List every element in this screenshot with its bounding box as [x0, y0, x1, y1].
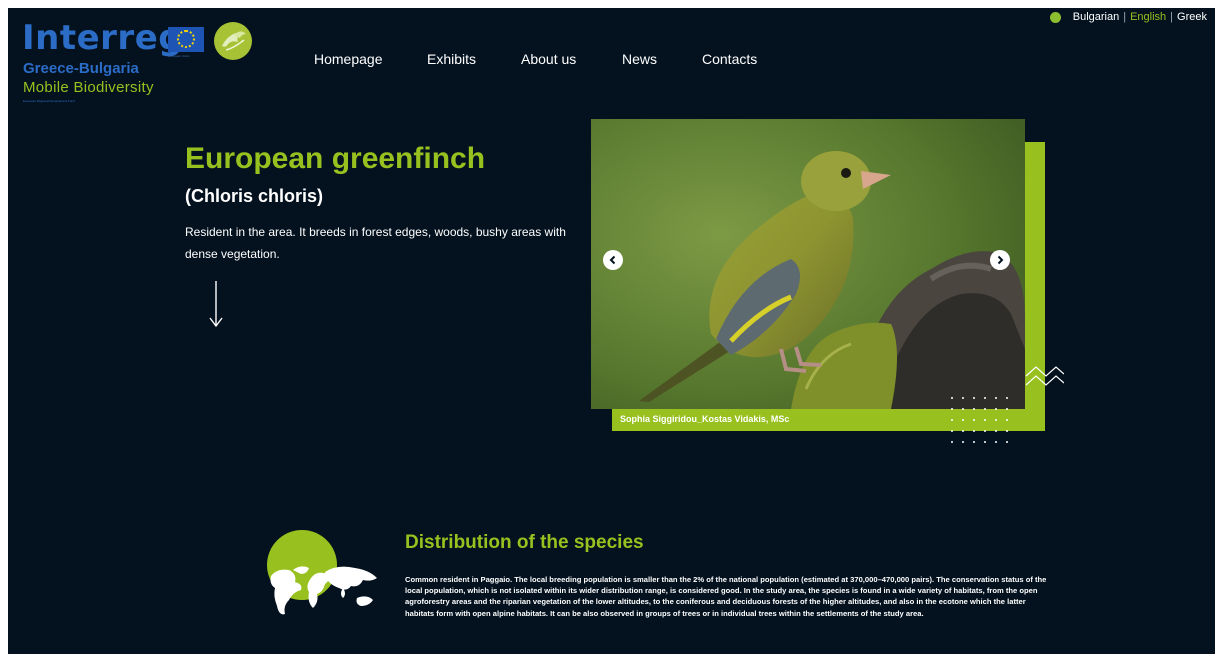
lang-separator: |	[1170, 11, 1174, 23]
lang-bulgarian[interactable]: Bulgarian	[1073, 11, 1119, 23]
logo-fund: European Regional Development Fund	[23, 99, 75, 103]
chevron-left-icon	[609, 255, 616, 265]
lang-english[interactable]: English	[1130, 11, 1166, 23]
site-logo[interactable]: Interreg European Union Greece-Bulgaria …	[22, 18, 262, 118]
chevron-right-icon	[997, 255, 1004, 265]
globe-icon	[1049, 11, 1061, 23]
language-selector: Bulgarian | English | Greek	[1049, 11, 1207, 23]
distribution-text: Common resident in Paggaio. The local br…	[405, 575, 1047, 618]
bird-badge-icon	[214, 22, 252, 60]
eu-flag-icon	[168, 27, 204, 52]
world-map-icon	[267, 530, 377, 615]
carousel-prev-button[interactable]	[603, 250, 623, 270]
species-description: Resident in the area. It breeds in fores…	[185, 225, 566, 261]
logo-project: Mobile Biodiversity	[23, 79, 154, 96]
page: Interreg European Union Greece-Bulgaria …	[8, 8, 1215, 654]
carousel-next-button[interactable]	[990, 250, 1010, 270]
decorative-dots-icon	[951, 397, 1008, 443]
decorative-chevrons-icon	[1025, 366, 1064, 386]
logo-brand: Interreg	[22, 18, 184, 58]
scroll-down-arrow-icon[interactable]	[206, 281, 226, 329]
photo-credit: Sophia Siggiridou_Kostas Vidakis, MSc	[620, 414, 790, 424]
species-photo	[591, 119, 1025, 409]
species-latin-name: (Chloris chloris)	[185, 186, 324, 206]
nav-about-us[interactable]: About us	[521, 51, 576, 67]
nav-contacts[interactable]: Contacts	[702, 51, 757, 67]
nav-homepage[interactable]: Homepage	[314, 51, 383, 67]
nav-exhibits[interactable]: Exhibits	[427, 51, 476, 67]
species-name: European greenfinch	[185, 142, 486, 175]
nav-news[interactable]: News	[622, 51, 657, 67]
lang-separator: |	[1123, 11, 1127, 23]
distribution-title: Distribution of the species	[405, 532, 644, 553]
eu-caption: European Union	[168, 54, 190, 58]
lang-greek[interactable]: Greek	[1177, 11, 1207, 23]
logo-region: Greece-Bulgaria	[23, 60, 139, 77]
